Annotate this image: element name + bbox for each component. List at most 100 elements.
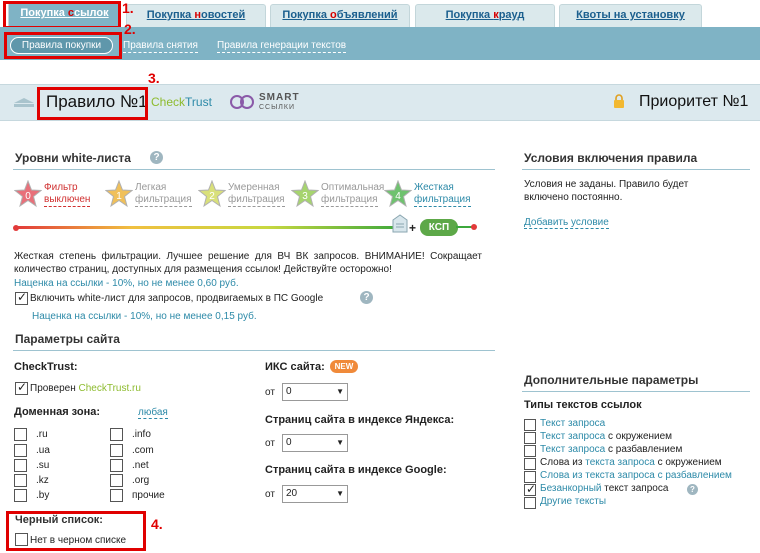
level-label[interactable]: Оптимальная фильтрация [321, 182, 384, 207]
annotation-box-4 [6, 511, 146, 551]
yandex-from-label: от [265, 438, 275, 449]
level-star-icon[interactable]: 2 [198, 180, 226, 208]
extra-params-title: Дополнительные параметры [524, 373, 699, 387]
conditions-title: Условия включения правила [524, 151, 698, 165]
level-star-icon[interactable]: 4 [384, 180, 412, 208]
ksp-toggle[interactable]: КСП [420, 219, 458, 236]
level-star-icon[interactable]: 3 [291, 180, 319, 208]
domain-zone-label: .su [36, 460, 50, 471]
divider [522, 169, 750, 170]
text-types-label: Типы текстов ссылок [524, 399, 642, 411]
domain-checkbox-r0[interactable] [110, 428, 123, 441]
google-from-label: от [265, 489, 275, 500]
level-number: 0 [25, 191, 31, 202]
tab-buy-news[interactable]: Покупка новостей [126, 4, 266, 27]
domain-checkbox-l1[interactable] [14, 444, 27, 457]
level-number: 4 [395, 191, 401, 202]
domain-checkbox-l2[interactable] [14, 459, 27, 472]
domain-zone-label: .com [132, 445, 154, 456]
subnav-removal-rules[interactable]: Правила снятия [123, 40, 198, 53]
domain-any-link[interactable]: любая [138, 407, 168, 419]
markup-note-2: Наценка на ссылки - 10%, но не менее 0,1… [32, 311, 257, 322]
text-type-checkbox[interactable] [524, 482, 536, 496]
annotation-box-2 [4, 32, 122, 59]
text-type-label: Другие тексты [540, 496, 607, 507]
text-type-help-icon[interactable]: ? [687, 484, 698, 495]
level-number: 3 [302, 191, 308, 202]
new-badge: NEW [330, 360, 358, 373]
text-type-checkbox[interactable] [524, 497, 536, 509]
level-label[interactable]: Умеренная фильтрация [228, 182, 285, 207]
level-number: 2 [209, 191, 215, 202]
domain-checkbox-r4[interactable] [110, 489, 123, 502]
yandex-pages-label: Страниц сайта в индексе Яндекса: [265, 414, 455, 426]
text-type-checkbox[interactable] [524, 445, 536, 457]
text-type-checkbox[interactable] [524, 419, 536, 431]
domain-checkbox-l0[interactable] [14, 428, 27, 441]
tab-buy-ads[interactable]: Покупка объявлений [270, 4, 410, 27]
divider [522, 391, 750, 392]
iks-select[interactable]: 0 ▼ [282, 383, 348, 401]
subnav-text-generation-rules[interactable]: Правила генерации текстов [217, 40, 347, 53]
checktrust-link[interactable]: CheckTrust.ru [79, 383, 141, 394]
level-label[interactable]: Легкая фильтрация [135, 182, 192, 207]
level-label[interactable]: Жесткая фильтрация [414, 182, 471, 207]
google-pages-label: Страниц сайта в индексе Google: [265, 464, 447, 476]
text-type-label: Текст запроса с окружением [540, 431, 673, 442]
google-pages-select[interactable]: 20 ▼ [282, 485, 348, 503]
level-label[interactable]: Фильтр выключен [44, 182, 91, 207]
site-params-title: Параметры сайта [15, 332, 120, 346]
domain-checkbox-r3[interactable] [110, 474, 123, 487]
text-type-checkbox[interactable] [524, 432, 536, 444]
annotation-marker-4: 4. [151, 516, 163, 532]
slider-handle-icon[interactable] [391, 214, 409, 234]
domain-zone-label: прочие [132, 490, 165, 501]
lock-icon [614, 94, 624, 108]
yandex-pages-select[interactable]: 0 ▼ [282, 434, 348, 452]
domain-checkbox-r1[interactable] [110, 444, 123, 457]
domain-checkbox-r2[interactable] [110, 459, 123, 472]
conditions-text: Условия не заданы. Правило будет включен… [524, 179, 689, 203]
rule-priority: Приоритет №1 [639, 93, 749, 110]
text-type-checkbox[interactable] [524, 458, 536, 470]
text-type-label: Слова из текста запроса с окружением [540, 457, 722, 468]
annotation-box-3 [37, 87, 148, 120]
tab-buy-crowd[interactable]: Покупка крауд [415, 4, 555, 27]
domain-checkbox-l4[interactable] [14, 489, 27, 502]
whitelist-help-icon[interactable]: ? [150, 151, 163, 164]
annotation-marker-2: 2. [124, 21, 136, 37]
collapse-icon[interactable] [13, 97, 35, 109]
text-type-label: Безанкорный текст запроса [540, 483, 669, 494]
domain-zone-label: Доменная зона: [14, 406, 101, 418]
checktrust-label: CheckTrust: [14, 361, 78, 373]
level-star-icon[interactable]: 1 [105, 180, 133, 208]
text-type-label: Текст запроса с разбавлением [540, 444, 683, 455]
iks-from-label: от [265, 387, 275, 398]
checktrust-verified-checkbox[interactable] [15, 380, 28, 395]
domain-zone-label: .info [132, 429, 151, 440]
annotation-box-1 [3, 1, 121, 29]
text-type-label: Слова из текста запроса с разбавлением [540, 470, 732, 481]
domain-zone-label: .ua [36, 445, 50, 456]
text-type-label: Текст запроса [540, 418, 606, 429]
domain-checkbox-l3[interactable] [14, 474, 27, 487]
plus-sign: + [409, 221, 417, 235]
level-number: 1 [116, 191, 122, 202]
annotation-marker-3: 3. [148, 70, 160, 86]
domain-zone-label: .net [132, 460, 149, 471]
smart-links-logo-icon [230, 95, 254, 109]
whitelist-description: Жесткая степень фильтрации. Лучшее решен… [14, 251, 482, 275]
domain-zone-label: .by [36, 490, 50, 501]
annotation-marker-1: 1. [122, 0, 134, 16]
domain-zone-label: .org [132, 475, 150, 486]
domain-zone-label: .kz [36, 475, 49, 486]
level-star-icon[interactable]: 0 [14, 180, 42, 208]
ksp-track [456, 224, 477, 230]
google-help-icon[interactable]: ? [360, 291, 373, 304]
markup-note-1: Наценка на ссылки - 10%, но не менее 0,6… [14, 278, 239, 289]
checktrust-logo: CheckTrust [151, 95, 212, 109]
google-whitelist-checkbox[interactable] [15, 290, 28, 305]
add-condition-link[interactable]: Добавить условие [524, 217, 609, 229]
tab-install-quotas[interactable]: Квоты на установку [559, 4, 702, 27]
divider [13, 350, 495, 351]
